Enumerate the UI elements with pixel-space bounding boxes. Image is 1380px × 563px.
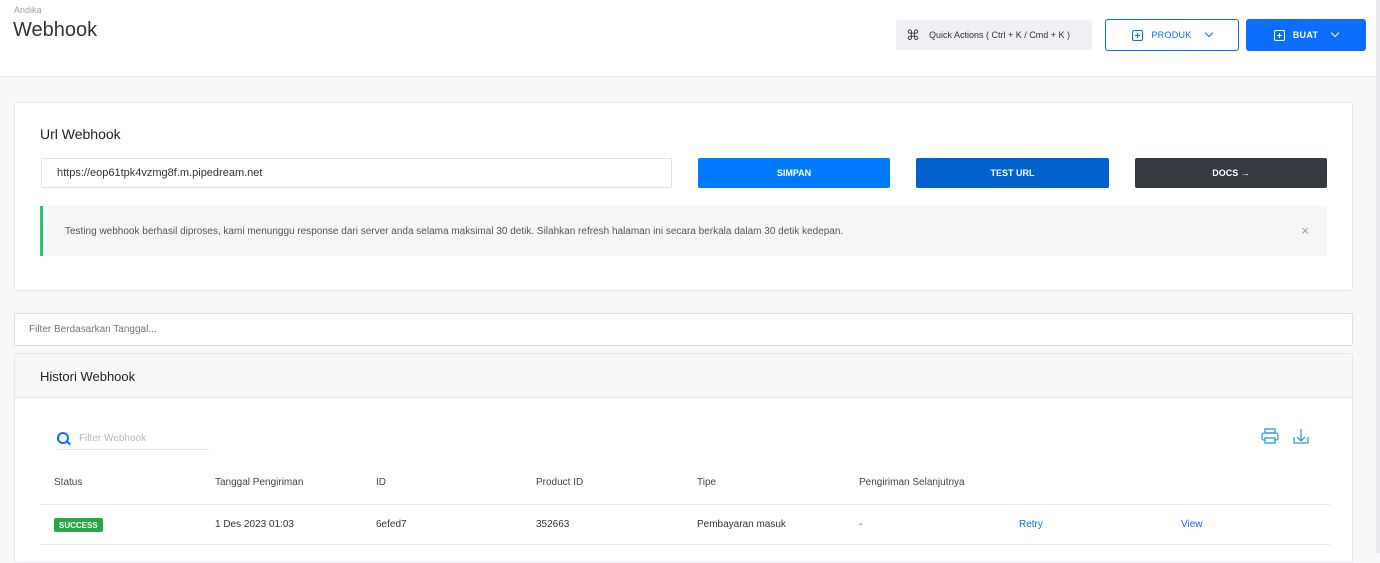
column-header-tanggal: Tanggal Pengiriman — [215, 477, 304, 488]
close-icon[interactable]: × — [1301, 223, 1309, 238]
column-header-status: Status — [54, 477, 83, 488]
plus-square-icon — [1132, 29, 1144, 41]
breadcrumb[interactable]: Andika — [14, 5, 42, 15]
histori-header: Histori Webhook — [15, 354, 1352, 398]
search-icon — [57, 431, 71, 446]
webhook-search-input[interactable]: Filter Webhook — [57, 428, 209, 450]
webhook-url-input[interactable] — [41, 158, 672, 188]
test-url-button[interactable]: TEST URL — [916, 158, 1109, 188]
column-header-product-id: Product ID — [536, 477, 584, 488]
topbar: Andika Webhook ⌘ Quick Actions ( Ctrl + … — [0, 0, 1380, 77]
table-divider — [40, 504, 1330, 505]
table-divider — [40, 544, 1330, 545]
command-icon: ⌘ — [906, 26, 920, 43]
histori-title: Histori Webhook — [40, 369, 136, 384]
cell-id: 6efed7 — [376, 519, 407, 530]
page-title: Webhook — [13, 19, 98, 41]
column-header-pengiriman-selanjutnya: Pengiriman Selanjutnya — [859, 477, 965, 488]
cell-selanjutnya: - — [859, 519, 863, 530]
status-badge: SUCCESS — [54, 518, 103, 532]
success-alert: Testing webhook berhasil diproses, kami … — [40, 206, 1327, 256]
chevron-down-icon — [1204, 28, 1213, 38]
print-icon[interactable] — [1261, 428, 1279, 444]
docs-button[interactable]: DOCS → — [1135, 158, 1327, 188]
buat-dropdown-button[interactable]: BUAT — [1246, 19, 1366, 51]
column-header-tipe: Tipe — [697, 477, 717, 488]
produk-dropdown-button[interactable]: PRODUK — [1105, 19, 1239, 51]
quick-actions-button[interactable]: ⌘ Quick Actions ( Ctrl + K / Cmd + K ) — [896, 20, 1092, 50]
url-webhook-card: Url Webhook SIMPAN TEST URL DOCS → Testi… — [14, 102, 1353, 291]
alert-text: Testing webhook berhasil diproses, kami … — [65, 225, 844, 237]
buat-label: BUAT — [1292, 30, 1319, 40]
chevron-down-icon — [1331, 28, 1340, 38]
date-filter-input[interactable] — [14, 313, 1353, 346]
cell-product-id: 352663 — [536, 519, 570, 530]
retry-link[interactable]: Retry — [1019, 519, 1043, 530]
column-header-id: ID — [376, 477, 386, 488]
download-icon[interactable] — [1292, 427, 1310, 445]
histori-webhook-card: Histori Webhook Filter Webhook Status Ta… — [14, 353, 1353, 563]
url-webhook-title: Url Webhook — [40, 126, 121, 142]
cell-tipe: Pembayaran masuk — [697, 519, 786, 530]
cell-tanggal: 1 Des 2023 01:03 — [215, 519, 294, 530]
scrollbar[interactable] — [1376, 0, 1380, 553]
quick-actions-label: Quick Actions ( Ctrl + K / Cmd + K ) — [929, 30, 1071, 40]
simpan-button[interactable]: SIMPAN — [698, 158, 890, 188]
plus-square-icon — [1273, 29, 1285, 41]
search-placeholder: Filter Webhook — [79, 433, 147, 444]
view-link[interactable]: View — [1181, 519, 1203, 530]
produk-label: PRODUK — [1151, 30, 1192, 40]
